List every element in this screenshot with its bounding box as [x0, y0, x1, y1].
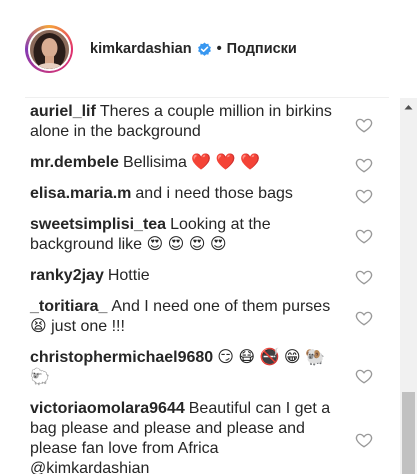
comment-item: mr.dembele Bellisima ❤️ ❤️ ❤️ — [30, 153, 336, 173]
comment-item: auriel_lif Theres a couple million in bir… — [30, 102, 336, 142]
comment-text: Hottie — [107, 267, 150, 284]
scroll-up-arrow-icon[interactable] — [400, 98, 417, 115]
header-divider — [25, 97, 389, 98]
comment-author[interactable]: christophermichael9680 — [30, 349, 213, 366]
comment-author[interactable]: mr.dembele — [30, 154, 119, 171]
comment-author[interactable]: victoriaomolara9644 — [30, 400, 185, 417]
comment-author[interactable]: auriel_lif — [30, 103, 96, 120]
post-header: kimkardashian • Подписки — [0, 0, 417, 98]
heart-outline-icon[interactable] — [355, 431, 373, 449]
comment-author[interactable]: elisa.maria.m — [30, 185, 131, 202]
comment-text: Bellisima ❤️ ❤️ ❤️ — [122, 154, 261, 171]
heart-outline-icon[interactable] — [355, 227, 373, 245]
comment-item: victoriaomolara9644 Beautiful can I get a… — [30, 399, 336, 474]
story-ring[interactable] — [25, 25, 73, 73]
heart-outline-icon[interactable] — [355, 116, 373, 134]
comment-author[interactable]: sweetsimplisi_tea — [30, 216, 166, 233]
following-button[interactable]: Подписки — [227, 41, 297, 57]
comment-item: elisa.maria.m and i need those bags — [30, 184, 336, 204]
separator-dot: • — [216, 41, 222, 57]
comment-item: ranky2jay Hottie — [30, 266, 336, 286]
instagram-comments-panel: kimkardashian • Подписки auriel_lif There… — [0, 0, 417, 474]
heart-outline-icon[interactable] — [355, 367, 373, 385]
heart-outline-icon[interactable] — [355, 187, 373, 205]
comment-text: and i need those bags — [135, 185, 293, 202]
heart-outline-icon[interactable] — [355, 268, 373, 286]
comment-author[interactable]: ranky2jay — [30, 267, 104, 284]
verified-badge-icon — [197, 42, 212, 57]
username-link[interactable]: kimkardashian — [90, 41, 192, 57]
heart-outline-icon[interactable] — [355, 309, 373, 327]
comment-item: sweetsimplisi_tea Looking at the backgrou… — [30, 215, 336, 255]
avatar[interactable] — [29, 29, 69, 69]
scrollbar-thumb[interactable] — [402, 392, 415, 474]
comments-scrollbar[interactable] — [400, 98, 417, 474]
comment-item: christophermichael9680 😏 😷 🚭 😁 🐏 🐑 — [30, 348, 336, 388]
comment-item: _toritiara_ And I need one of them purses… — [30, 297, 336, 337]
comment-list: auriel_lif Theres a couple million in bir… — [30, 102, 350, 474]
heart-outline-icon[interactable] — [355, 156, 373, 174]
comment-author[interactable]: _toritiara_ — [30, 298, 107, 315]
